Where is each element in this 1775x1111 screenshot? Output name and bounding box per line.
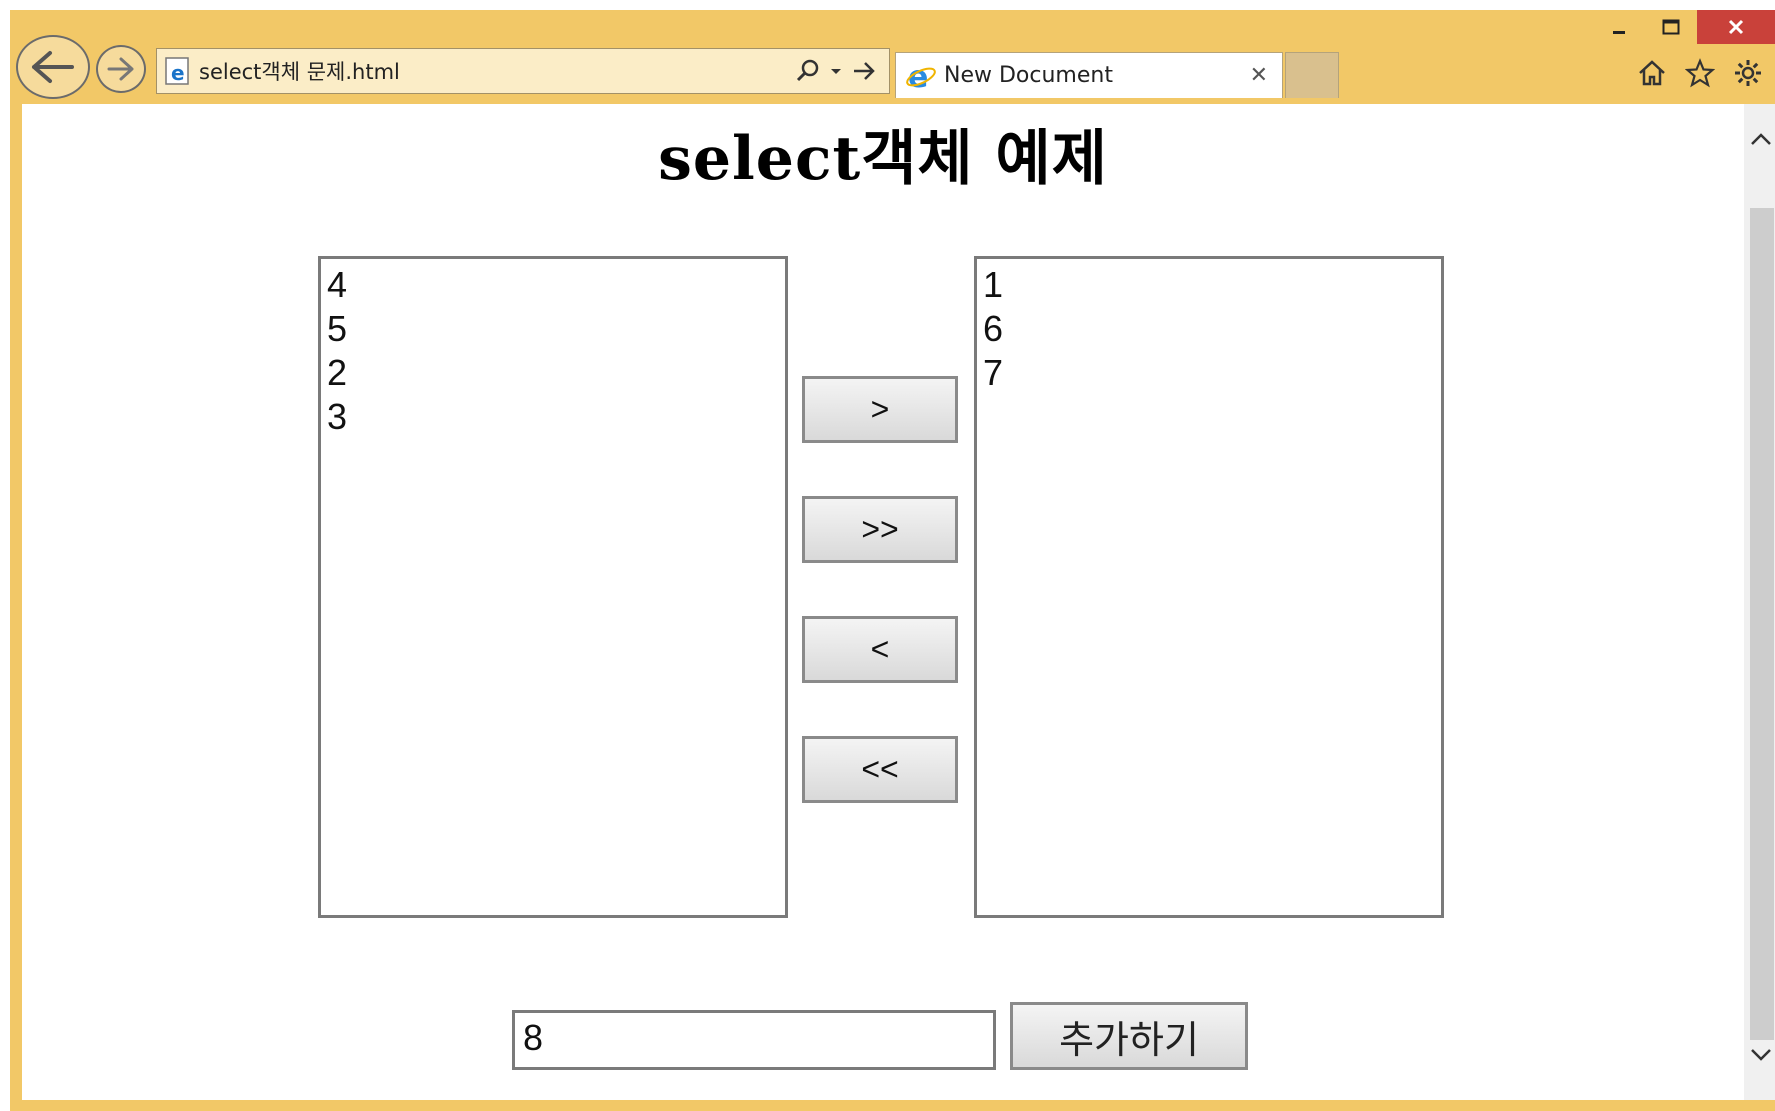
scrollbar-thumb[interactable] — [1750, 208, 1774, 1040]
chevron-down-icon[interactable] — [829, 64, 843, 78]
window-controls — [1593, 10, 1775, 44]
svg-text:e: e — [171, 61, 185, 85]
tab-title: New Document — [944, 63, 1113, 88]
list-item[interactable]: 1 — [983, 263, 1435, 307]
back-button[interactable] — [16, 35, 90, 99]
left-select-list[interactable]: 4 5 2 3 — [318, 256, 788, 918]
scroll-down-icon[interactable] — [1748, 1040, 1774, 1070]
page-viewport: select객체 예제 4 5 2 3 > >> < << 1 6 7 8 추가… — [22, 104, 1744, 1100]
address-text: select객체 문제.html — [199, 60, 400, 84]
add-button[interactable]: 추가하기 — [1010, 1002, 1248, 1070]
move-left-button[interactable]: < — [802, 616, 958, 683]
minimize-button[interactable] — [1593, 10, 1645, 44]
back-arrow-icon — [32, 51, 74, 83]
list-item[interactable]: 4 — [327, 263, 779, 307]
list-item[interactable]: 7 — [983, 351, 1435, 395]
close-button[interactable] — [1697, 10, 1775, 44]
forward-arrow-icon — [107, 57, 134, 81]
home-icon[interactable] — [1637, 58, 1667, 88]
tab-new-document[interactable]: e New Document ✕ — [895, 52, 1283, 98]
list-item[interactable]: 3 — [327, 395, 779, 439]
close-icon — [1728, 19, 1744, 35]
list-item[interactable]: 5 — [327, 307, 779, 351]
right-select-list[interactable]: 1 6 7 — [974, 256, 1444, 918]
ie-page-icon: e — [165, 57, 189, 85]
new-tab-button[interactable] — [1285, 52, 1339, 98]
address-tools — [795, 58, 877, 84]
maximize-button[interactable] — [1645, 10, 1697, 44]
list-item[interactable]: 2 — [327, 351, 779, 395]
move-all-right-button[interactable]: >> — [802, 496, 958, 563]
window-bottom-edge — [10, 1100, 1775, 1111]
move-right-button[interactable]: > — [802, 376, 958, 443]
add-item-input[interactable]: 8 — [512, 1010, 996, 1070]
address-bar[interactable]: e select객체 문제.html — [156, 48, 890, 94]
outer-margin — [0, 0, 10, 1111]
gear-icon[interactable] — [1733, 58, 1763, 88]
tab-close-icon[interactable]: ✕ — [1250, 63, 1268, 88]
ie-tab-icon: e — [906, 60, 936, 93]
search-icon[interactable] — [795, 58, 821, 84]
scroll-up-icon[interactable] — [1748, 124, 1774, 154]
toolbar-icons — [1637, 58, 1763, 88]
minimize-icon — [1613, 31, 1625, 34]
star-icon[interactable] — [1684, 58, 1716, 88]
vertical-scrollbar[interactable] — [1744, 104, 1775, 1100]
go-arrow-icon[interactable] — [851, 59, 877, 83]
list-item[interactable]: 6 — [983, 307, 1435, 351]
maximize-icon — [1662, 19, 1680, 35]
move-all-left-button[interactable]: << — [802, 736, 958, 803]
forward-button[interactable] — [96, 45, 146, 93]
page-title: select객체 예제 — [658, 124, 1108, 194]
